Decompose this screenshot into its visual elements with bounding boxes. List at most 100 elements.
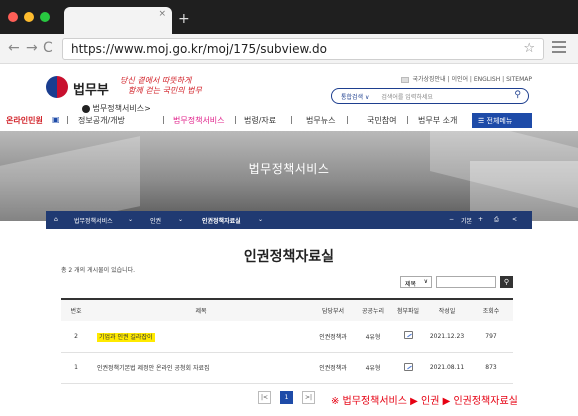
- col-views: 조회수: [482, 308, 500, 315]
- nav-news[interactable]: 법무뉴스: [306, 115, 335, 126]
- crumb-level-1[interactable]: 법무정책서비스: [74, 216, 113, 225]
- table-row[interactable]: 1 인권정책기본법 제정안 온라인 공청회 자료집 인권정책과 4유형 2021…: [61, 352, 513, 384]
- last-page-button[interactable]: >|: [302, 391, 315, 404]
- site-logo-text[interactable]: 법무부: [73, 79, 109, 98]
- nav-separator: |: [162, 115, 165, 124]
- zoom-in-button[interactable]: +: [478, 216, 483, 223]
- tab-close-icon[interactable]: ×: [158, 9, 166, 19]
- page-banner: 법무정책서비스: [0, 131, 578, 221]
- board-table: 번호 제목 담당부서 공공누리 첨부파일 작성일 조회수 2 기업과 인권 길라…: [61, 298, 513, 384]
- nav-separator: |: [290, 115, 293, 124]
- section-logo-icon: [82, 104, 90, 113]
- col-date: 작성일: [438, 308, 456, 315]
- nav-separator: |: [406, 115, 409, 124]
- bookmark-star-icon[interactable]: ☆: [523, 41, 535, 56]
- location-bar: ⌂ 법무정책서비스 ⌄ 인권 ⌄ 인권정책자료실 ⌄ − 기본 + ⎙ <: [46, 211, 532, 229]
- maximize-window-icon[interactable]: [40, 12, 50, 22]
- chat-icon: ▣: [52, 115, 60, 124]
- col-number: 번호: [70, 308, 82, 315]
- chevron-down-icon[interactable]: ⌄: [178, 216, 183, 223]
- all-menu-button[interactable]: ☰ 전체메뉴: [472, 113, 532, 128]
- close-window-icon[interactable]: [8, 12, 18, 22]
- national-flag-icon: [400, 76, 409, 83]
- zoom-default-button[interactable]: 기본: [461, 216, 472, 225]
- total-count: 총 2 개의 게시물이 있습니다.: [61, 267, 136, 274]
- print-icon[interactable]: ⎙: [494, 216, 499, 224]
- nav-participation[interactable]: 국민참여: [367, 115, 396, 126]
- row-date: 2021.12.23: [425, 321, 469, 353]
- board-search-icon[interactable]: ⚲: [500, 276, 513, 288]
- row-department: 인권정책과: [311, 321, 355, 353]
- crumb-level-3[interactable]: 인권정책자료실: [202, 216, 241, 225]
- url-bar[interactable]: https://www.moj.go.kr/moj/175/subview.do…: [62, 38, 544, 60]
- search-input[interactable]: 검색어를 입력하세요: [381, 94, 433, 101]
- share-icon[interactable]: <: [512, 216, 517, 223]
- row-license: 4유형: [355, 321, 391, 353]
- browser-tab[interactable]: ×: [64, 7, 172, 34]
- nav-laws-data[interactable]: 법령/자료: [244, 115, 276, 126]
- util-link-sitemap[interactable]: SITEMAP: [506, 76, 532, 83]
- row-title-link[interactable]: 인권정책기본법 제정안 온라인 공청회 자료집: [97, 365, 210, 372]
- chevron-down-icon[interactable]: ⌄: [258, 216, 263, 223]
- annotation-note: ※ 법무정책서비스 ▶ 인권 ▶ 인권정책자료실: [331, 396, 518, 407]
- board-search-input[interactable]: [436, 276, 496, 288]
- row-number: 1: [61, 352, 91, 384]
- attachment-file-icon[interactable]: [403, 362, 413, 371]
- hamburger-icon: ☰: [478, 117, 485, 125]
- row-title-link[interactable]: 기업과 인권 길라잡이: [97, 332, 155, 342]
- col-license: 공공누리: [361, 308, 385, 315]
- new-tab-button[interactable]: +: [178, 11, 190, 27]
- back-arrow-icon[interactable]: ←: [8, 40, 20, 56]
- browser-titlebar: × +: [0, 0, 578, 34]
- table-row[interactable]: 2 기업과 인권 길라잡이 인권정책과 4유형 2021.12.23 797: [61, 321, 513, 353]
- col-attachment: 첨부파일: [396, 308, 420, 315]
- search-icon[interactable]: ⚲: [514, 90, 521, 100]
- nav-online-petition[interactable]: 온라인민원: [6, 115, 43, 126]
- first-page-button[interactable]: |<: [258, 391, 271, 404]
- crumb-level-2[interactable]: 인권: [150, 216, 161, 225]
- nav-policy-service[interactable]: 법무정책서비스: [173, 115, 225, 126]
- home-icon[interactable]: ⌂: [54, 216, 58, 223]
- row-department: 인권정책과: [311, 352, 355, 384]
- banner-title: 법무정책서비스: [248, 162, 330, 176]
- page-title: 인권정책자료실: [243, 249, 335, 265]
- browser-toolbar: ← → C https://www.moj.go.kr/moj/175/subv…: [0, 34, 578, 64]
- util-link-english[interactable]: ENGLISH: [474, 76, 500, 83]
- minimize-window-icon[interactable]: [24, 12, 34, 22]
- forward-arrow-icon[interactable]: →: [26, 40, 38, 56]
- row-views: 873: [469, 352, 513, 384]
- slogan-line-2: 함께 걷는 국민의 법무: [128, 86, 202, 95]
- row-title-cell: 인권정책기본법 제정안 온라인 공청회 자료집: [91, 352, 311, 384]
- search-field-value: 제목: [405, 281, 417, 288]
- col-department: 담당부서: [321, 308, 345, 315]
- reload-icon[interactable]: C: [43, 40, 53, 56]
- search-field-select[interactable]: 제목 ∨: [400, 276, 432, 288]
- slogan-line-1: 당신 곁에서 따뜻하게: [120, 76, 192, 85]
- attachment-file-icon[interactable]: [403, 331, 413, 340]
- chevron-down-icon: ∨: [423, 278, 428, 285]
- row-number: 2: [61, 321, 91, 353]
- row-attachment: [391, 321, 425, 353]
- row-title-cell: 기업과 인권 길라잡이: [91, 321, 311, 353]
- util-link-foreign[interactable]: 이인어: [451, 76, 468, 83]
- moj-logo-icon[interactable]: [46, 76, 68, 98]
- nav-info-disclosure[interactable]: 정보공개/개방: [78, 115, 125, 126]
- util-link-symbols[interactable]: 국가상징안내: [412, 76, 445, 83]
- site-slogan: 당신 곁에서 따뜻하게 함께 걷는 국민의 법무: [120, 76, 202, 96]
- table-header: 번호 제목 담당부서 공공누리 첨부파일 작성일 조회수: [61, 299, 513, 321]
- page-number-current[interactable]: 1: [280, 391, 293, 404]
- browser-menu-icon[interactable]: [552, 41, 566, 56]
- site-search-box[interactable]: 통합검색 ∨ 검색어를 입력하세요 ⚲: [331, 88, 529, 104]
- row-attachment: [391, 352, 425, 384]
- banner-decoration: [0, 136, 140, 221]
- search-scope-select[interactable]: 통합검색: [341, 94, 363, 101]
- nav-separator: |: [234, 115, 237, 124]
- nav-about[interactable]: 법무부 소개: [418, 115, 457, 126]
- nav-separator: |: [66, 115, 69, 124]
- url-text: https://www.moj.go.kr/moj/175/subview.do: [71, 42, 327, 56]
- chevron-down-icon[interactable]: ⌄: [128, 216, 133, 223]
- row-views: 797: [469, 321, 513, 353]
- section-label-text: 법무정책서비스: [92, 104, 145, 113]
- utility-links: 국가상징안내 | 이인어 | ENGLISH | SITEMAP: [400, 74, 532, 83]
- zoom-out-button[interactable]: −: [449, 216, 454, 223]
